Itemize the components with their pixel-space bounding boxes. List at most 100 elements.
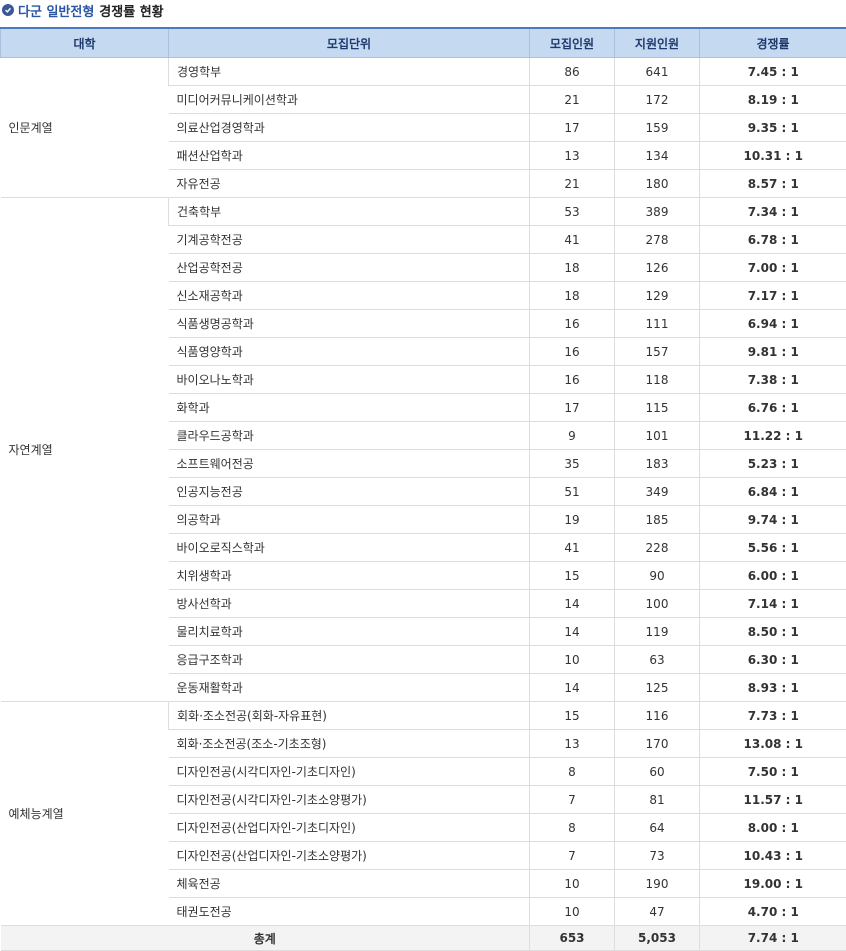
applicants-cell: 228 xyxy=(615,534,700,562)
college-group: 예체능계열 xyxy=(1,702,169,926)
ratio-cell: 9.81 : 1 xyxy=(700,338,846,366)
quota-cell: 14 xyxy=(530,674,615,702)
applicants-cell: 183 xyxy=(615,450,700,478)
unit-name: 방사선학과 xyxy=(169,590,530,618)
unit-name: 디자인전공(산업디자인-기초소양평가) xyxy=(169,842,530,870)
table-body: 인문계열경영학부866417.45 : 1미디어커뮤니케이션학과211728.1… xyxy=(1,58,846,951)
ratio-cell: 8.57 : 1 xyxy=(700,170,846,198)
total-ratio: 7.74 : 1 xyxy=(700,926,846,951)
ratio-cell: 7.00 : 1 xyxy=(700,254,846,282)
quota-cell: 14 xyxy=(530,590,615,618)
unit-name: 디자인전공(산업디자인-기초디자인) xyxy=(169,814,530,842)
quota-cell: 8 xyxy=(530,814,615,842)
applicants-cell: 157 xyxy=(615,338,700,366)
applicants-cell: 389 xyxy=(615,198,700,226)
applicants-cell: 125 xyxy=(615,674,700,702)
quota-cell: 51 xyxy=(530,478,615,506)
table-row: 예체능계열회화·조소전공(회화-자유표현)151167.73 : 1 xyxy=(1,702,846,730)
ratio-cell: 6.30 : 1 xyxy=(700,646,846,674)
applicants-cell: 349 xyxy=(615,478,700,506)
header-unit: 모집단위 xyxy=(169,28,530,58)
check-circle-icon xyxy=(2,4,14,16)
applicants-cell: 47 xyxy=(615,898,700,926)
applicants-cell: 185 xyxy=(615,506,700,534)
ratio-cell: 7.34 : 1 xyxy=(700,198,846,226)
applicants-cell: 73 xyxy=(615,842,700,870)
quota-cell: 16 xyxy=(530,310,615,338)
header-quota: 모집인원 xyxy=(530,28,615,58)
unit-name: 경영학부 xyxy=(169,58,530,86)
unit-name: 의료산업경영학과 xyxy=(169,114,530,142)
table-row: 자연계열건축학부533897.34 : 1 xyxy=(1,198,846,226)
quota-cell: 35 xyxy=(530,450,615,478)
ratio-cell: 10.31 : 1 xyxy=(700,142,846,170)
unit-name: 소프트웨어전공 xyxy=(169,450,530,478)
unit-name: 체육전공 xyxy=(169,870,530,898)
header-college: 대학 xyxy=(1,28,169,58)
applicants-cell: 126 xyxy=(615,254,700,282)
ratio-cell: 7.73 : 1 xyxy=(700,702,846,730)
ratio-cell: 7.14 : 1 xyxy=(700,590,846,618)
quota-cell: 18 xyxy=(530,282,615,310)
quota-cell: 15 xyxy=(530,562,615,590)
unit-name: 디자인전공(시각디자인-기초소양평가) xyxy=(169,786,530,814)
applicants-cell: 134 xyxy=(615,142,700,170)
quota-cell: 17 xyxy=(530,114,615,142)
applicants-cell: 101 xyxy=(615,422,700,450)
unit-name: 태권도전공 xyxy=(169,898,530,926)
applicants-cell: 115 xyxy=(615,394,700,422)
ratio-cell: 4.70 : 1 xyxy=(700,898,846,926)
quota-cell: 7 xyxy=(530,786,615,814)
header-ratio: 경쟁률 xyxy=(700,28,846,58)
ratio-cell: 5.23 : 1 xyxy=(700,450,846,478)
applicants-cell: 111 xyxy=(615,310,700,338)
quota-cell: 41 xyxy=(530,226,615,254)
applicants-cell: 641 xyxy=(615,58,700,86)
quota-cell: 41 xyxy=(530,534,615,562)
unit-name: 운동재활학과 xyxy=(169,674,530,702)
ratio-cell: 8.93 : 1 xyxy=(700,674,846,702)
ratio-cell: 6.00 : 1 xyxy=(700,562,846,590)
quota-cell: 86 xyxy=(530,58,615,86)
applicants-cell: 180 xyxy=(615,170,700,198)
quota-cell: 17 xyxy=(530,394,615,422)
ratio-cell: 7.45 : 1 xyxy=(700,58,846,86)
unit-name: 물리치료학과 xyxy=(169,618,530,646)
unit-name: 건축학부 xyxy=(169,198,530,226)
quota-cell: 21 xyxy=(530,86,615,114)
ratio-cell: 8.50 : 1 xyxy=(700,618,846,646)
unit-name: 신소재공학과 xyxy=(169,282,530,310)
unit-name: 식품영양학과 xyxy=(169,338,530,366)
unit-name: 미디어커뮤니케이션학과 xyxy=(169,86,530,114)
college-group: 인문계열 xyxy=(1,58,169,198)
unit-name: 바이오로직스학과 xyxy=(169,534,530,562)
applicants-cell: 64 xyxy=(615,814,700,842)
unit-name: 의공학과 xyxy=(169,506,530,534)
applicants-cell: 172 xyxy=(615,86,700,114)
ratio-cell: 11.22 : 1 xyxy=(700,422,846,450)
college-group: 자연계열 xyxy=(1,198,169,702)
quota-cell: 13 xyxy=(530,142,615,170)
ratio-cell: 6.76 : 1 xyxy=(700,394,846,422)
ratio-cell: 7.38 : 1 xyxy=(700,366,846,394)
ratio-cell: 7.50 : 1 xyxy=(700,758,846,786)
quota-cell: 13 xyxy=(530,730,615,758)
quota-cell: 16 xyxy=(530,338,615,366)
applicants-cell: 116 xyxy=(615,702,700,730)
title-rest: 경쟁률 현황 xyxy=(99,1,163,20)
ratio-cell: 6.78 : 1 xyxy=(700,226,846,254)
applicants-cell: 63 xyxy=(615,646,700,674)
quota-cell: 19 xyxy=(530,506,615,534)
competition-table: 대학 모집단위 모집인원 지원인원 경쟁률 인문계열경영학부866417.45 … xyxy=(0,27,846,951)
unit-name: 클라우드공학과 xyxy=(169,422,530,450)
ratio-cell: 8.00 : 1 xyxy=(700,814,846,842)
quota-cell: 18 xyxy=(530,254,615,282)
applicants-cell: 119 xyxy=(615,618,700,646)
ratio-cell: 7.17 : 1 xyxy=(700,282,846,310)
ratio-cell: 11.57 : 1 xyxy=(700,786,846,814)
section-title: 다군 일반전형 경쟁률 현황 xyxy=(0,0,846,20)
title-accent: 다군 일반전형 xyxy=(18,1,94,20)
quota-cell: 21 xyxy=(530,170,615,198)
quota-cell: 7 xyxy=(530,842,615,870)
ratio-cell: 6.84 : 1 xyxy=(700,478,846,506)
